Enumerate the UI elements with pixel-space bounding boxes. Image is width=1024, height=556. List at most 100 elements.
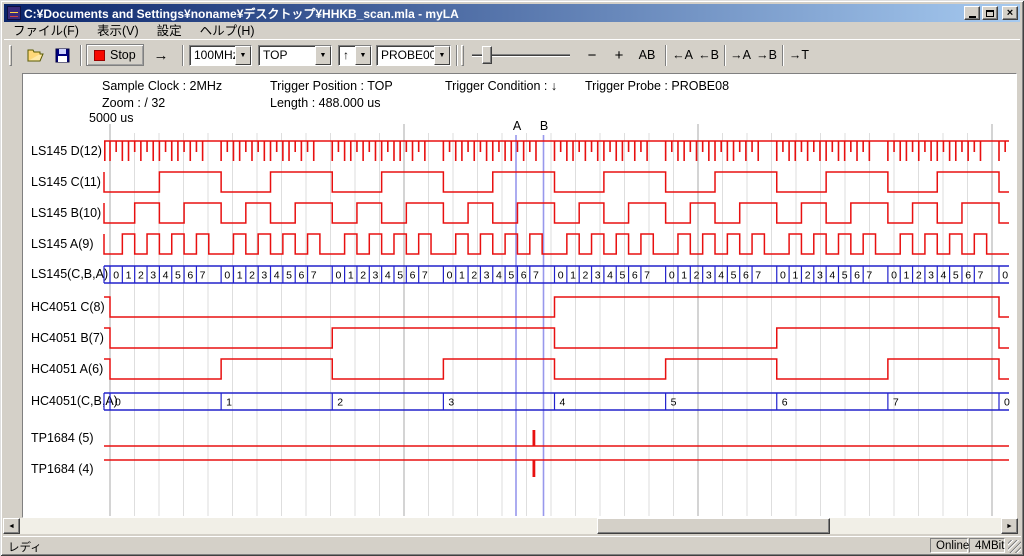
move-a-right-button[interactable]: →A	[728, 44, 753, 66]
bus-value: 1	[226, 397, 232, 409]
trigger-position-combo[interactable]: TOP ▼	[258, 45, 332, 66]
move-b-right-button[interactable]: →B	[754, 44, 779, 66]
bus-value: 0	[558, 270, 564, 282]
move-a-left-button[interactable]: ←A	[670, 44, 695, 66]
bus-value: 1	[792, 270, 798, 282]
bus-value: 4	[607, 270, 613, 282]
bus-value: 7	[422, 270, 428, 282]
pulse-mark	[533, 460, 536, 477]
bus-value: 0	[891, 270, 897, 282]
pulse-mark	[533, 430, 536, 446]
toolbar-separator	[456, 45, 458, 66]
bus-value: 0	[224, 270, 230, 282]
toolbar-gripper[interactable]	[9, 45, 12, 66]
stop-button[interactable]: Stop	[86, 44, 144, 66]
sample-clock-value: 100MHz	[190, 46, 235, 65]
trace-HC4051C8	[104, 297, 1009, 317]
bus-value: 2	[360, 270, 366, 282]
bus-value: 7	[893, 397, 899, 409]
bus-value: 6	[854, 270, 860, 282]
trigger-edge-combo[interactable]: ↑ ▼	[338, 45, 372, 66]
application-window: { "titlebar": { "title": "C:¥Documents a…	[0, 0, 1024, 556]
bus-value: 7	[644, 270, 650, 282]
zoom-slider-handle[interactable]	[482, 46, 492, 64]
bus-value: 3	[484, 270, 490, 282]
bus-value: 3	[261, 270, 267, 282]
app-icon	[7, 6, 21, 20]
trigger-probe-combo[interactable]: PROBE00 ▼	[376, 45, 451, 66]
bus-value: 0	[113, 270, 119, 282]
save-file-button[interactable]	[50, 44, 74, 66]
dropdown-arrow-icon[interactable]: ▼	[434, 46, 450, 65]
horizontal-scrollbar[interactable]: ◄ ►	[3, 518, 1018, 534]
bus-value: 6	[782, 397, 788, 409]
toolbar-separator	[80, 45, 82, 66]
bus-value: 6	[632, 270, 638, 282]
resize-grip[interactable]	[1008, 540, 1021, 553]
menu-settings[interactable]: 設定	[148, 23, 191, 39]
menu-help[interactable]: ヘルプ(H)	[191, 23, 264, 39]
bus-value: 7	[311, 270, 317, 282]
bus-value: 7	[978, 270, 984, 282]
bus-value: 6	[965, 270, 971, 282]
bus-value: 5	[286, 270, 292, 282]
move-b-left-button[interactable]: ←B	[696, 44, 721, 66]
bus-value: 4	[163, 270, 169, 282]
dropdown-arrow-icon[interactable]: ▼	[355, 46, 371, 65]
scrollbar-thumb[interactable]	[597, 518, 830, 534]
bus-value: 6	[187, 270, 193, 282]
menu-file[interactable]: ファイル(F)	[4, 23, 88, 39]
maximize-button[interactable]	[982, 6, 998, 20]
bus-value: 6	[298, 270, 304, 282]
bus-value: 1	[237, 270, 243, 282]
bus-value: 3	[817, 270, 823, 282]
bus-value: 4	[718, 270, 724, 282]
sample-clock-combo[interactable]: 100MHz ▼	[189, 45, 252, 66]
trace-HC4051CBA	[104, 393, 1009, 410]
bus-value: 3	[373, 270, 379, 282]
window-buttons: ×	[962, 6, 1020, 20]
zoom-slider[interactable]	[472, 44, 570, 66]
toolbar-separator	[182, 45, 184, 66]
scroll-right-button[interactable]: ►	[1001, 518, 1018, 534]
trace-LS145B10	[104, 203, 1009, 223]
bus-value: 0	[1004, 397, 1010, 409]
bus-value: 4	[496, 270, 502, 282]
bus-value: 5	[508, 270, 514, 282]
stop-label: Stop	[110, 48, 136, 62]
zoom-out-button[interactable]: −	[580, 44, 604, 66]
zoom-in-button[interactable]: +	[607, 44, 631, 66]
toolbar-gripper[interactable]	[461, 45, 464, 66]
goto-trigger-button[interactable]: →T	[786, 44, 812, 66]
dropdown-arrow-icon[interactable]: ▼	[235, 46, 251, 65]
bus-value: 5	[619, 270, 625, 282]
status-message: レディ	[8, 539, 42, 555]
bus-value: 2	[582, 270, 588, 282]
trace-LS145A9	[104, 234, 1009, 254]
trigger-probe-value: PROBE00	[377, 46, 434, 65]
bus-value: 0	[669, 270, 675, 282]
scroll-left-button[interactable]: ◄	[3, 518, 20, 534]
open-file-button[interactable]	[24, 44, 48, 66]
dropdown-arrow-icon[interactable]: ▼	[315, 46, 331, 65]
trigger-position-value: TOP	[259, 46, 315, 65]
bus-value: 5	[731, 270, 737, 282]
bus-value: 0	[1002, 270, 1008, 282]
minimize-button[interactable]	[964, 6, 980, 20]
close-icon: ×	[1007, 8, 1013, 18]
bus-value: 5	[953, 270, 959, 282]
bus-value: 1	[348, 270, 354, 282]
toolbar-separator	[724, 45, 726, 66]
bus-value: 4	[274, 270, 280, 282]
bus-value: 2	[694, 270, 700, 282]
zoom-ab-button[interactable]: AB	[634, 44, 660, 66]
run-button[interactable]: →	[146, 44, 176, 66]
bus-value: 6	[521, 270, 527, 282]
title-bar: C:¥Documents and Settings¥noname¥デスクトップ¥…	[4, 4, 1020, 22]
close-button[interactable]: ×	[1002, 6, 1018, 20]
status-online: Online	[930, 538, 968, 553]
bus-value: 3	[150, 270, 156, 282]
bus-value: 5	[671, 397, 677, 409]
bus-value: 4	[385, 270, 391, 282]
menu-view[interactable]: 表示(V)	[88, 23, 148, 39]
